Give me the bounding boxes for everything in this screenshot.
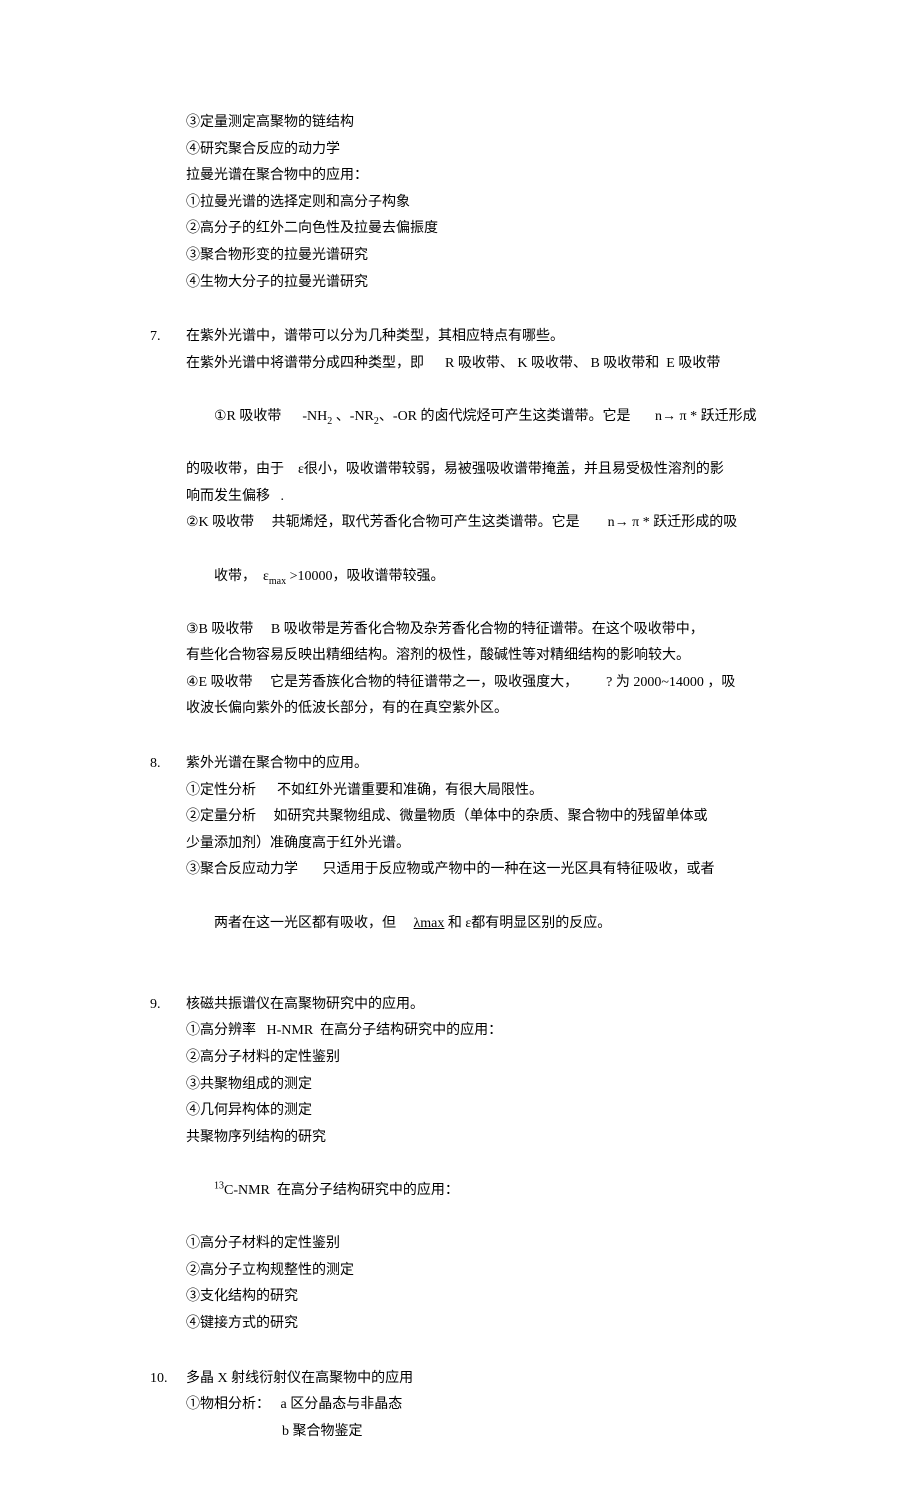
q7-line: ③B 吸收带 B 吸收带是芳香化合物及杂芳香化合物的特征谱带。在这个吸收带中， [186, 617, 770, 644]
text: >10000，吸收谱带较强。 [286, 569, 444, 584]
text: 、-NR [332, 409, 374, 424]
q9-line: 共聚物序列结构的研究 [186, 1125, 770, 1152]
q7-title: 在紫外光谱中，谱带可以分为几种类型，其相应特点有哪些。 [186, 324, 770, 351]
text: 两者在这一光区都有吸收，但 [214, 916, 414, 931]
text: 收带， ε [214, 569, 269, 584]
intro-line: ③聚合物形变的拉曼光谱研究 [186, 243, 770, 270]
q9-line: ③支化结构的研究 [186, 1284, 770, 1311]
subscript: max [269, 575, 286, 586]
q10-number: 10. [150, 1366, 186, 1446]
q7-line: 响而发生偏移 . [186, 484, 770, 511]
q7-line: 在紫外光谱中将谱带分成四种类型，即 R 吸收带、 K 吸收带、 B 吸收带和 E… [186, 351, 770, 378]
superscript: 13 [214, 1180, 224, 1191]
q8-line: 两者在这一光区都有吸收，但 λmax 和 ε都有明显区别的反应。 [186, 884, 770, 964]
q9-line: 13C-NMR 在高分子结构研究中的应用： [186, 1151, 770, 1231]
q9-number: 9. [150, 992, 186, 1338]
intro-line: ④生物大分子的拉曼光谱研究 [186, 270, 770, 297]
intro-line: ②高分子的红外二向色性及拉曼去偏振度 [186, 216, 770, 243]
text: ①R 吸收带 -NH [214, 409, 327, 424]
q7-number: 7. [150, 324, 186, 723]
q7-line: 有些化合物容易反映出精细结构。溶剂的极性，酸碱性等对精细结构的影响较大。 [186, 643, 770, 670]
q10-title: 多晶 X 射线衍射仪在高聚物中的应用 [186, 1366, 770, 1393]
q9-line: ①高分辨率 H-NMR 在高分子结构研究中的应用： [186, 1018, 770, 1045]
q8-line: ①定性分析 不如红外光谱重要和准确，有很大局限性。 [186, 778, 770, 805]
q7-line: 的吸收带，由于 ε很小，吸收谱带较弱，易被强吸收谱带掩盖，并且易受极性溶剂的影 [186, 457, 770, 484]
text: 和 ε都有明显区别的反应。 [444, 916, 611, 931]
q8-line: ③聚合反应动力学 只适用于反应物或产物中的一种在这一光区具有特征吸收，或者 [186, 857, 770, 884]
intro-line: 拉曼光谱在聚合物中的应用： [186, 163, 770, 190]
q7-body: 在紫外光谱中，谱带可以分为几种类型，其相应特点有哪些。 在紫外光谱中将谱带分成四… [186, 324, 770, 723]
q9-line: ②高分子立构规整性的测定 [186, 1258, 770, 1285]
question-7: 7. 在紫外光谱中，谱带可以分为几种类型，其相应特点有哪些。 在紫外光谱中将谱带… [150, 324, 770, 723]
q10-body: 多晶 X 射线衍射仪在高聚物中的应用 ①物相分析： a 区分晶态与非晶态 b 聚… [186, 1366, 770, 1446]
question-8: 8. 紫外光谱在聚合物中的应用。 ①定性分析 不如红外光谱重要和准确，有很大局限… [150, 751, 770, 964]
q7-line: 收波长偏向紫外的低波长部分，有的在真空紫外区。 [186, 696, 770, 723]
q7-line: ①R 吸收带 -NH2 、-NR2、-OR 的卤代烷烃可产生这类谱带。它是 n→… [186, 377, 770, 457]
q9-line: ①高分子材料的定性鉴别 [186, 1231, 770, 1258]
q7-line: 收带， εmax >10000，吸收谱带较强。 [186, 537, 770, 617]
q8-body: 紫外光谱在聚合物中的应用。 ①定性分析 不如红外光谱重要和准确，有很大局限性。 … [186, 751, 770, 964]
q8-number: 8. [150, 751, 186, 964]
q8-title: 紫外光谱在聚合物中的应用。 [186, 751, 770, 778]
document-page: ③定量测定高聚物的链结构 ④研究聚合反应的动力学 拉曼光谱在聚合物中的应用： ①… [0, 0, 920, 1505]
intro-body: ③定量测定高聚物的链结构 ④研究聚合反应的动力学 拉曼光谱在聚合物中的应用： ①… [186, 110, 770, 296]
q10-line: ①物相分析： a 区分晶态与非晶态 [186, 1392, 770, 1419]
intro-line: ③定量测定高聚物的链结构 [186, 110, 770, 137]
intro-line: ④研究聚合反应的动力学 [186, 137, 770, 164]
q9-line: ②高分子材料的定性鉴别 [186, 1045, 770, 1072]
q8-line: 少量添加剂）准确度高于红外光谱。 [186, 831, 770, 858]
q7-line: ④E 吸收带 它是芳香族化合物的特征谱带之一，吸收强度大， ? 为 2000~1… [186, 670, 770, 697]
q8-line: ②定量分析 如研究共聚物组成、微量物质（单体中的杂质、聚合物中的残留单体或 [186, 804, 770, 831]
question-10: 10. 多晶 X 射线衍射仪在高聚物中的应用 ①物相分析： a 区分晶态与非晶态… [150, 1366, 770, 1446]
q9-line: ④键接方式的研究 [186, 1311, 770, 1338]
q7-line: ②K 吸收带 共轭烯烃，取代芳香化合物可产生这类谱带。它是 n→ π * 跃迁形… [186, 510, 770, 537]
q10-line: b 聚合物鉴定 [186, 1419, 770, 1446]
intro-block: ③定量测定高聚物的链结构 ④研究聚合反应的动力学 拉曼光谱在聚合物中的应用： ①… [150, 110, 770, 296]
text: 、-OR 的卤代烷烃可产生这类谱带。它是 n→ π * 跃迁形成 [379, 409, 757, 424]
q9-body: 核磁共振谱仪在高聚物研究中的应用。 ①高分辨率 H-NMR 在高分子结构研究中的… [186, 992, 770, 1338]
underlined-text: λmax [414, 916, 445, 931]
q9-line: ④几何异构体的测定 [186, 1098, 770, 1125]
intro-num [150, 110, 186, 296]
question-9: 9. 核磁共振谱仪在高聚物研究中的应用。 ①高分辨率 H-NMR 在高分子结构研… [150, 992, 770, 1338]
q9-title: 核磁共振谱仪在高聚物研究中的应用。 [186, 992, 770, 1019]
text: C-NMR 在高分子结构研究中的应用： [224, 1183, 459, 1198]
intro-line: ①拉曼光谱的选择定则和高分子构象 [186, 190, 770, 217]
q9-line: ③共聚物组成的测定 [186, 1072, 770, 1099]
